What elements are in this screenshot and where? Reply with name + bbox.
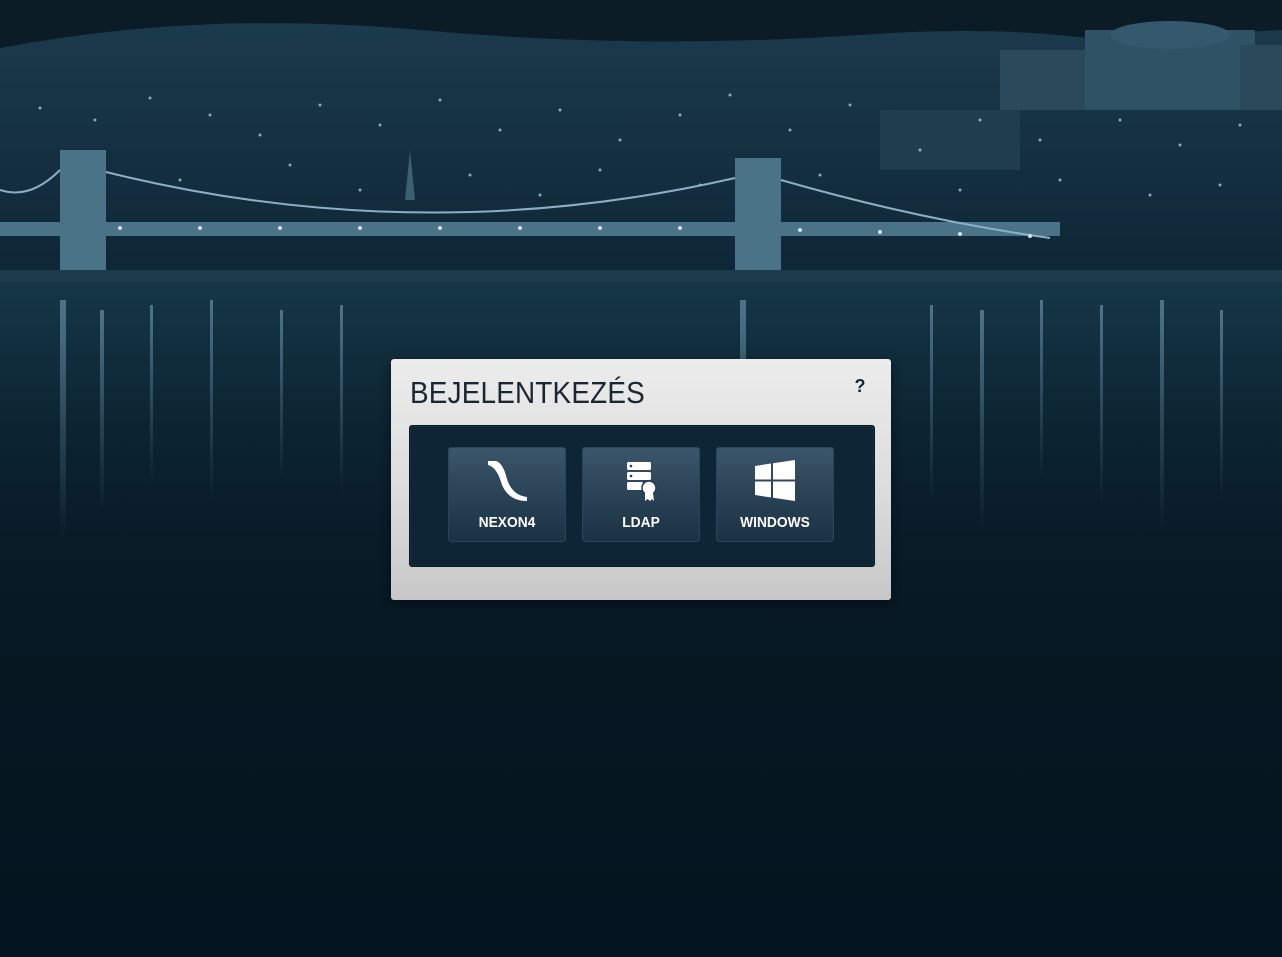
auth-provider-list: NEXON4 LDAP WINDOWS [409, 425, 875, 567]
ldap-server-icon [583, 460, 699, 502]
help-button[interactable]: ? [853, 375, 867, 397]
nexon4-login-button[interactable]: NEXON4 [448, 447, 566, 542]
login-title: BEJELENTKEZÉS [410, 375, 645, 410]
windows-login-button[interactable]: WINDOWS [716, 447, 834, 542]
ldap-login-button[interactable]: LDAP [582, 447, 700, 542]
login-dialog: BEJELENTKEZÉS ? NEXON4 LDAP WINDOWS [391, 359, 891, 600]
ldap-label: LDAP [622, 514, 660, 531]
windows-label: WINDOWS [740, 514, 810, 531]
nexon4-label: NEXON4 [478, 514, 536, 531]
windows-logo-icon [717, 460, 833, 502]
nexon-logo-icon [449, 460, 565, 502]
